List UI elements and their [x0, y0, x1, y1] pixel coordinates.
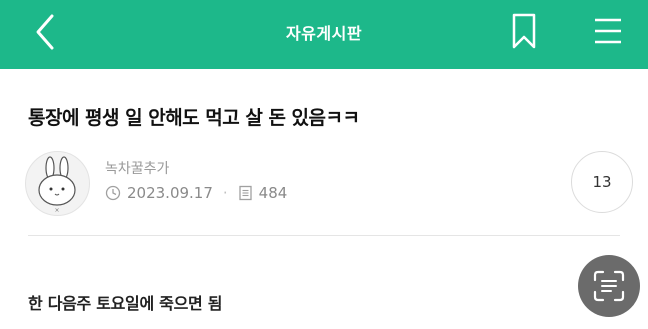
clock-icon [105, 185, 121, 201]
avatar[interactable]: × [25, 151, 90, 216]
bookmark-icon [512, 13, 536, 49]
comment-count-button[interactable]: 13 [571, 151, 633, 213]
post-date: 2023.09.17 [127, 184, 213, 202]
document-icon [239, 185, 252, 201]
view-count: 484 [258, 184, 288, 202]
hamburger-menu-icon [595, 18, 621, 44]
svg-text:×: × [54, 207, 59, 214]
meta-separator: · [222, 184, 228, 202]
text-scan-button[interactable] [578, 255, 640, 317]
menu-button[interactable] [592, 16, 624, 46]
app-header: 자유게시판 [0, 0, 648, 69]
post-meta: 2023.09.17 · 484 [105, 184, 287, 202]
page-title: 자유게시판 [285, 24, 363, 43]
post-body: 한 다음주 토요일에 죽으면 됨 [28, 294, 223, 313]
rabbit-avatar-icon: × [38, 156, 76, 214]
divider [28, 235, 620, 236]
post-title: 통장에 평생 일 안해도 먹고 살 돈 있음ㅋㅋ [28, 107, 360, 129]
text-scan-icon [593, 270, 625, 302]
bookmark-button[interactable] [508, 12, 540, 50]
author-name[interactable]: 녹차꿀추가 [105, 158, 169, 178]
